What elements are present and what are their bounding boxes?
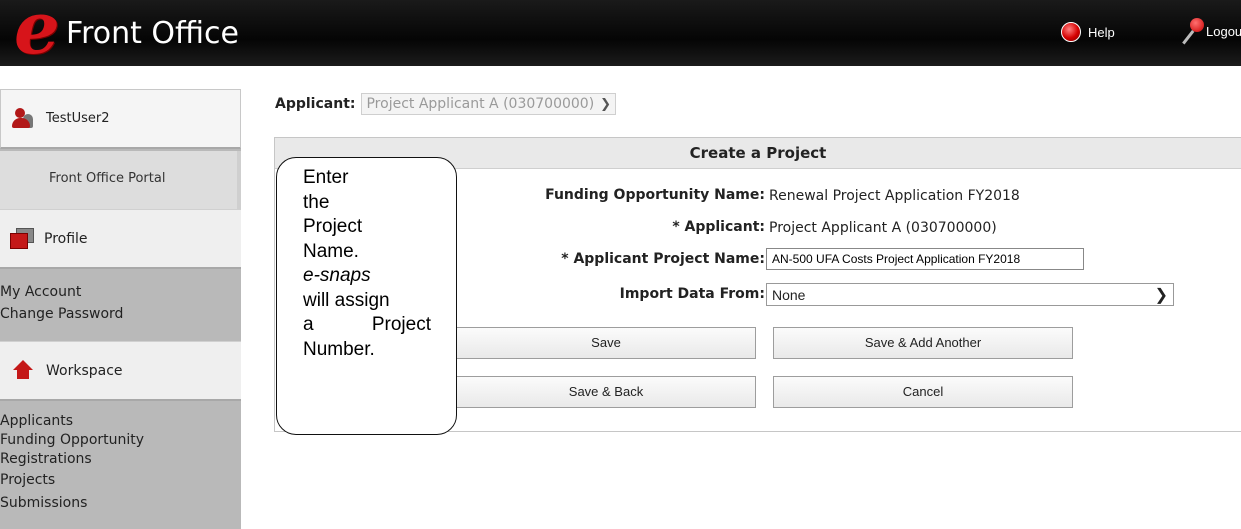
home-icon <box>12 359 34 382</box>
sidebar-link-submissions[interactable]: Submissions <box>0 492 144 515</box>
save-back-button[interactable]: Save & Back <box>456 376 756 408</box>
sidebar-link-applicants[interactable]: Applicants <box>0 412 144 431</box>
portal-label: Front Office Portal <box>49 171 166 186</box>
workspace-label: Workspace <box>46 362 123 379</box>
callout-line: Enter <box>303 167 349 188</box>
sidebar: TestUser2 Front Office Portal Profile My… <box>0 89 241 529</box>
funding-opportunity-value: Renewal Project Application FY2018 <box>769 188 1020 204</box>
sidebar-link-registrations[interactable]: Registrations <box>0 450 144 469</box>
callout-line: e-snaps <box>303 265 371 286</box>
callout-line: Name. <box>303 240 359 262</box>
profile-icon <box>10 227 34 250</box>
applicant-label: Applicant: <box>275 96 356 112</box>
logo-e-icon: e <box>14 0 60 70</box>
sidebar-link-funding-opportunity[interactable]: Funding Opportunity <box>0 431 144 450</box>
applicant-field-value: Project Applicant A (030700000) <box>769 220 997 236</box>
profile-label: Profile <box>44 230 88 247</box>
save-add-another-button[interactable]: Save & Add Another <box>773 327 1073 359</box>
user-name: TestUser2 <box>46 111 110 126</box>
profile-links: My Account Change Password <box>0 281 123 325</box>
callout-line-group: a Project <box>303 313 431 338</box>
logout-link[interactable]: Logout <box>1180 16 1241 46</box>
user-icon <box>12 107 34 130</box>
key-icon <box>1180 16 1206 46</box>
chevron-down-icon: ❯ <box>600 96 612 112</box>
funding-opportunity-label: Funding Opportunity Name: <box>545 187 765 203</box>
sidebar-section-workspace[interactable]: Workspace <box>0 341 241 401</box>
save-button[interactable]: Save <box>456 327 756 359</box>
instruction-callout: Enter the Project Name. e-snaps will ass… <box>276 157 457 435</box>
app-header: e Front Office Help Logout <box>0 0 1241 66</box>
import-data-value: None <box>772 286 806 303</box>
app-title: Front Office <box>66 16 239 51</box>
import-data-select[interactable]: None ❯ <box>766 283 1174 306</box>
sidebar-item-front-office-portal[interactable]: Front Office Portal <box>0 151 241 209</box>
import-data-label: Import Data From: <box>619 286 765 302</box>
project-name-input[interactable] <box>766 248 1084 270</box>
applicant-select[interactable]: Project Applicant A (030700000) ❯ <box>361 93 617 115</box>
applicant-select-value: Project Applicant A (030700000) <box>366 96 595 112</box>
callout-line: Project <box>303 216 363 237</box>
callout-word: a <box>303 314 314 335</box>
chevron-down-icon: ❯ <box>1154 286 1168 304</box>
workspace-links: Applicants Funding Opportunity Registrat… <box>0 412 144 515</box>
logout-label: Logout <box>1206 23 1241 39</box>
applicant-field-label: * Applicant: <box>672 219 765 235</box>
help-link[interactable]: Help <box>1061 21 1115 43</box>
help-label: Help <box>1088 24 1115 40</box>
callout-line: will assign <box>303 289 390 311</box>
applicant-bar: Applicant: Project Applicant A (03070000… <box>275 93 617 115</box>
sidebar-link-projects[interactable]: Projects <box>0 469 144 492</box>
callout-line: the <box>303 191 330 213</box>
sidebar-link-change-password[interactable]: Change Password <box>0 303 123 325</box>
callout-word: Project <box>371 314 431 335</box>
sidebar-section-profile[interactable]: Profile <box>0 209 241 269</box>
cancel-button[interactable]: Cancel <box>773 376 1073 408</box>
sidebar-user[interactable]: TestUser2 <box>0 89 241 149</box>
sidebar-link-my-account[interactable]: My Account <box>0 281 123 303</box>
project-name-label: * Applicant Project Name: <box>561 251 765 267</box>
callout-line: Number. <box>303 338 375 360</box>
help-icon <box>1061 22 1081 42</box>
